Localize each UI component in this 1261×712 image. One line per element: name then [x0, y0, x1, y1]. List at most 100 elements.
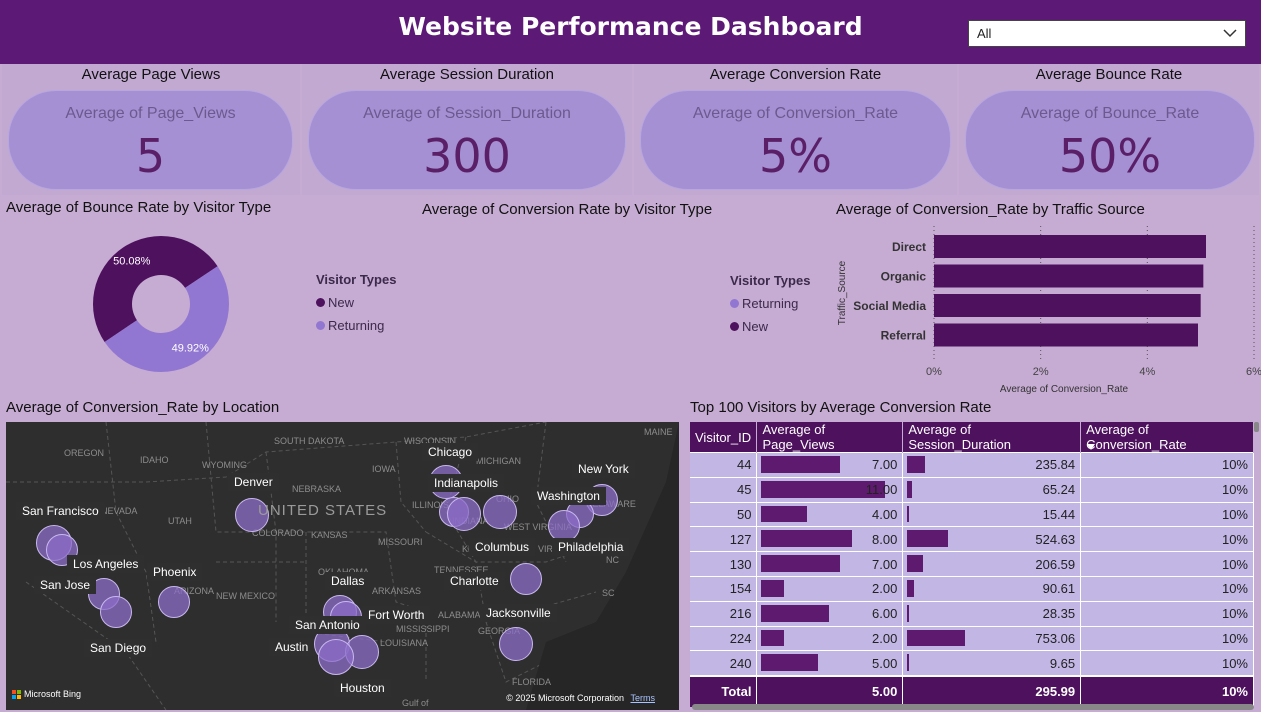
- location-bubble[interactable]: [499, 627, 533, 661]
- conversion-rate-cell: 10%: [1080, 650, 1254, 676]
- legend-dot: [730, 299, 739, 308]
- page-views-cell: 4.00: [756, 501, 904, 527]
- map-copyright: © 2025 Microsoft Corporation Terms: [506, 693, 655, 703]
- bar-referral[interactable]: [934, 323, 1198, 347]
- legend-label: New: [328, 295, 355, 310]
- legend-item-returning[interactable]: Returning: [730, 296, 810, 311]
- location-bubble[interactable]: [483, 495, 517, 529]
- location-bubble[interactable]: [318, 639, 354, 675]
- column-header-visitor-id[interactable]: Visitor_ID: [690, 422, 758, 453]
- city-label: San Antonio: [289, 616, 366, 634]
- kpi-subtitle: Average of Conversion_Rate: [692, 105, 899, 122]
- bar-social-media[interactable]: [934, 294, 1201, 317]
- traffic-source-bar-panel: Average of Conversion_Rate by Traffic So…: [830, 196, 1261, 396]
- session-duration-databar: [907, 505, 910, 523]
- table-row[interactable]: 240 5.00 9.65 10%: [690, 650, 1254, 676]
- session-duration-value: 90.61: [1042, 581, 1076, 597]
- location-bubble[interactable]: [100, 596, 132, 628]
- session-duration-cell: 15.44: [902, 501, 1082, 527]
- legend-item-new[interactable]: New: [730, 319, 810, 334]
- page-views-databar: [761, 456, 841, 473]
- conversion-rate-cell: 10%: [1080, 551, 1254, 577]
- conversion-rate-cell: 10%: [1080, 501, 1254, 527]
- page-views-databar: [761, 530, 852, 548]
- visitor-id-cell: 224: [690, 625, 758, 651]
- state-label: Gulf of: [402, 698, 429, 708]
- city-label: Washington: [531, 487, 606, 505]
- x-tick-label: 2%: [1033, 366, 1049, 378]
- kpi-title: Average Conversion Rate: [709, 66, 882, 83]
- session-duration-databar: [907, 629, 966, 647]
- kpi-title: Average Bounce Rate: [1035, 66, 1183, 83]
- visitor-id-cell: 50: [690, 501, 758, 527]
- location-bubble[interactable]: [510, 563, 542, 595]
- state-label: SOUTH DAKOTA: [274, 436, 345, 446]
- terms-link[interactable]: Terms: [631, 693, 656, 703]
- table-row[interactable]: 44 7.00 235.84 10%: [690, 452, 1254, 478]
- session-duration-cell: 235.84: [902, 452, 1082, 478]
- legend-item-returning[interactable]: Returning: [316, 318, 396, 333]
- page-views-cell: 2.00: [756, 625, 904, 651]
- city-label: Charlotte: [444, 572, 505, 590]
- slice-data-label: 49.92%: [172, 343, 210, 355]
- city-label: Denver: [228, 473, 279, 491]
- bar-organic[interactable]: [934, 264, 1204, 288]
- visitor-id-cell: 130: [690, 551, 758, 577]
- total-session-duration: 295.99: [902, 674, 1082, 707]
- state-label: IDAHO: [140, 455, 169, 465]
- page-views-databar: [761, 654, 818, 671]
- state-label: ARKANSAS: [372, 586, 422, 596]
- city-label: Indianapolis: [428, 474, 505, 492]
- session-duration-cell: 9.65: [902, 650, 1082, 676]
- city-label: Columbus: [469, 538, 536, 556]
- table-row[interactable]: 50 4.00 15.44 10%: [690, 501, 1254, 527]
- table-row[interactable]: 130 7.00 206.59 10%: [690, 551, 1254, 577]
- session-duration-databar: [907, 579, 915, 597]
- bar-direct[interactable]: [934, 235, 1206, 258]
- session-duration-databar: [907, 555, 924, 572]
- table-row[interactable]: 216 6.00 28.35 10%: [690, 600, 1254, 627]
- page-views-value: 4.00: [872, 506, 898, 522]
- column-header-page-views[interactable]: Average of Page_Views: [756, 422, 904, 453]
- column-header-label: Average of Conversion_Rate: [1086, 422, 1187, 452]
- session-duration-value: 753.06: [1035, 630, 1076, 646]
- legend-item-new[interactable]: New: [316, 295, 396, 310]
- x-tick-label: 4%: [1139, 366, 1155, 378]
- city-label: San Diego: [84, 639, 153, 657]
- visitor-id-cell: 154: [690, 575, 758, 602]
- chart-legend: Visitor Types New Returning: [316, 272, 396, 333]
- x-tick-label: 6%: [1246, 366, 1261, 378]
- table-row[interactable]: 224 2.00 753.06 10%: [690, 625, 1254, 651]
- table-row[interactable]: 154 2.00 90.61 10%: [690, 575, 1254, 602]
- table-title: Top 100 Visitors by Average Conversion R…: [690, 399, 992, 416]
- state-label: NEBRASKA: [292, 484, 342, 494]
- state-label: LOUISIANA: [380, 638, 429, 648]
- city-label: Los Angeles: [67, 555, 145, 573]
- session-duration-value: 65.24: [1042, 482, 1076, 498]
- city-label: Jacksonville: [480, 604, 557, 622]
- page-views-value: 2.00: [872, 630, 898, 646]
- legend-label: Returning: [742, 296, 799, 311]
- kpi-card-page-views: Average Page Views Average of Page_Views…: [2, 64, 300, 195]
- session-duration-value: 206.59: [1035, 556, 1076, 572]
- table-horizontal-scrollbar[interactable]: [692, 704, 1254, 710]
- session-duration-cell: 28.35: [902, 600, 1082, 627]
- location-map[interactable]: SOUTH DAKOTA WISCONSIN MAINE OREGON IDAHO WYO…: [6, 422, 679, 710]
- column-header-conversion-rate[interactable]: Average of Conversion_Rate: [1080, 422, 1254, 453]
- legend-label: New: [742, 319, 769, 334]
- conversion-rate-cell: 10%: [1080, 476, 1254, 503]
- table-row[interactable]: 45 11.00 65.24 10%: [690, 476, 1254, 503]
- table-vertical-scrollbar[interactable]: [1254, 422, 1259, 432]
- all-slicer-dropdown[interactable]: All: [968, 20, 1246, 47]
- column-header-session-duration[interactable]: Average of Session_Duration: [902, 422, 1082, 453]
- session-duration-databar: [907, 456, 926, 473]
- page-views-databar: [761, 555, 841, 572]
- kpi-title: Average Session Duration: [380, 66, 554, 83]
- table-row[interactable]: 127 8.00 524.63 10%: [690, 526, 1254, 552]
- location-bubble[interactable]: [158, 586, 190, 618]
- page-views-databar: [761, 579, 785, 597]
- legend-dot: [316, 321, 325, 330]
- location-bubble[interactable]: [447, 497, 481, 531]
- city-label: San Francisco: [16, 502, 105, 520]
- state-label: NC: [606, 555, 619, 565]
